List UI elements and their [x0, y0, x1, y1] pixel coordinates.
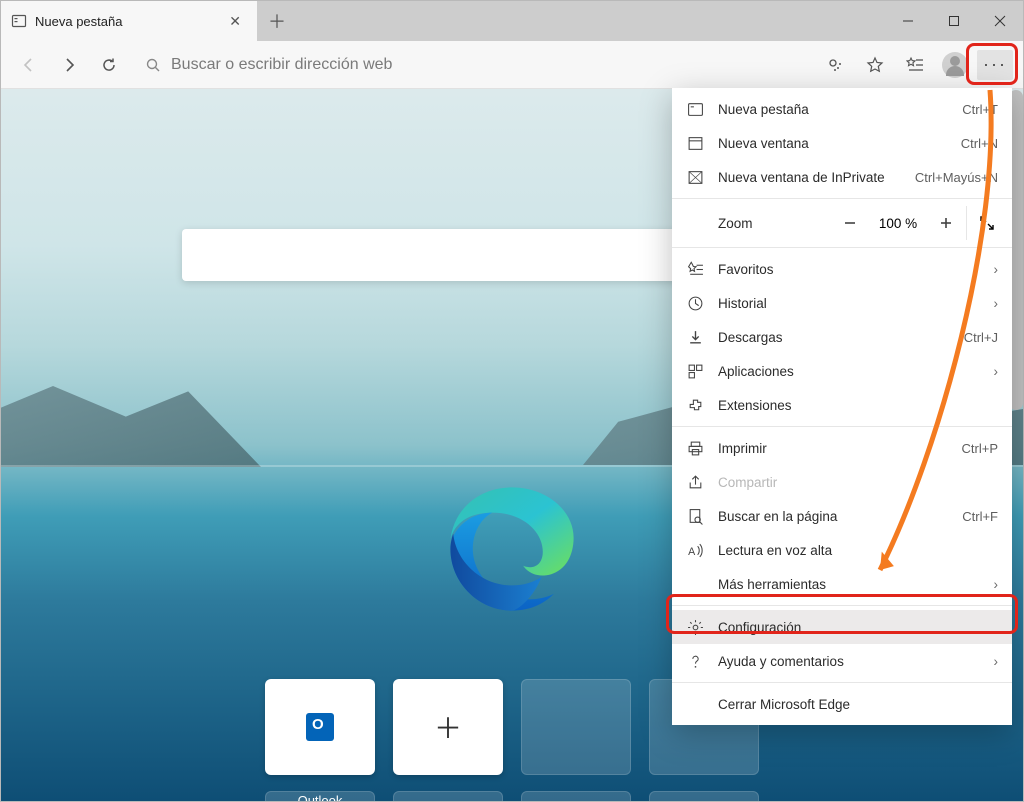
menu-apps[interactable]: Aplicaciones ›	[672, 354, 1012, 388]
menu-close-edge[interactable]: Cerrar Microsoft Edge	[672, 687, 1012, 721]
new-tab-button[interactable]: ＋	[257, 1, 297, 41]
menu-new-inprivate[interactable]: Nueva ventana de InPrivate Ctrl+Mayús+N	[672, 160, 1012, 194]
quick-links-row-2	[265, 791, 759, 801]
quick-link-placeholder	[265, 791, 375, 801]
menu-zoom-row: Zoom 100 %	[672, 203, 1012, 243]
menu-extensions[interactable]: Extensiones	[672, 388, 1012, 422]
inprivate-icon	[686, 168, 704, 186]
apps-icon	[686, 362, 704, 380]
menu-more-tools[interactable]: Más herramientas ›	[672, 567, 1012, 601]
settings-and-more-menu: Nueva pestaña Ctrl+T Nueva ventana Ctrl+…	[672, 88, 1012, 725]
history-icon	[686, 294, 704, 312]
chevron-right-icon: ›	[994, 262, 999, 277]
address-bar[interactable]: Buscar o escribir dirección web	[131, 48, 813, 82]
window-minimize-button[interactable]	[885, 1, 931, 41]
plus-icon: ＋	[434, 707, 462, 747]
back-button[interactable]	[11, 47, 47, 83]
new-window-icon	[686, 134, 704, 152]
settings-and-more-button[interactable]: ···	[977, 50, 1013, 80]
favorite-star-button[interactable]	[857, 47, 893, 83]
edge-logo-icon	[442, 479, 582, 619]
help-icon	[686, 652, 704, 670]
tab-page-icon	[11, 13, 27, 29]
menu-favorites[interactable]: Favoritos ›	[672, 252, 1012, 286]
menu-share: Compartir	[672, 465, 1012, 499]
zoom-out-button[interactable]	[830, 206, 870, 240]
favorites-list-button[interactable]	[897, 47, 933, 83]
find-icon	[686, 507, 704, 525]
add-quick-link-button[interactable]: ＋	[393, 679, 503, 775]
chevron-right-icon: ›	[994, 654, 999, 669]
profile-avatar-icon	[942, 52, 968, 78]
quick-link-placeholder	[649, 791, 759, 801]
downloads-icon	[686, 328, 704, 346]
menu-read-aloud[interactable]: A Lectura en voz alta	[672, 533, 1012, 567]
chevron-right-icon: ›	[994, 296, 999, 311]
extensions-icon	[686, 396, 704, 414]
new-tab-icon	[686, 100, 704, 118]
outlook-icon	[306, 713, 334, 741]
browser-tab[interactable]: Nueva pestaña ✕	[1, 1, 257, 41]
window-maximize-button[interactable]	[931, 1, 977, 41]
menu-help[interactable]: Ayuda y comentarios ›	[672, 644, 1012, 678]
menu-print[interactable]: Imprimir Ctrl+P	[672, 431, 1012, 465]
forward-button[interactable]	[51, 47, 87, 83]
menu-new-tab[interactable]: Nueva pestaña Ctrl+T	[672, 92, 1012, 126]
quick-link-placeholder	[521, 791, 631, 801]
menu-history[interactable]: Historial ›	[672, 286, 1012, 320]
print-icon	[686, 439, 704, 457]
zoom-value: 100 %	[870, 216, 926, 231]
svg-text:A: A	[688, 545, 696, 557]
menu-find-on-page[interactable]: Buscar en la página Ctrl+F	[672, 499, 1012, 533]
share-icon	[686, 473, 704, 491]
refresh-button[interactable]	[91, 47, 127, 83]
zoom-in-button[interactable]	[926, 206, 966, 240]
chevron-right-icon: ›	[994, 577, 999, 592]
fullscreen-button[interactable]	[966, 206, 1006, 240]
quick-link-outlook[interactable]	[265, 679, 375, 775]
tab-title: Nueva pestaña	[35, 14, 122, 29]
menu-new-window[interactable]: Nueva ventana Ctrl+N	[672, 126, 1012, 160]
window-close-button[interactable]	[977, 1, 1023, 41]
menu-downloads[interactable]: Descargas Ctrl+J	[672, 320, 1012, 354]
chevron-right-icon: ›	[994, 364, 999, 379]
favorites-icon	[686, 260, 704, 278]
profile-button[interactable]	[937, 47, 973, 83]
titlebar-drag-area[interactable]	[297, 1, 885, 41]
titlebar: Nueva pestaña ✕ ＋	[1, 1, 1023, 41]
tab-close-button[interactable]: ✕	[223, 11, 247, 32]
address-bar-placeholder: Buscar o escribir dirección web	[171, 56, 392, 74]
read-aloud-icon: A	[686, 541, 704, 559]
quick-link-placeholder	[393, 791, 503, 801]
search-icon	[145, 57, 161, 73]
toolbar: Buscar o escribir dirección web ···	[1, 41, 1023, 89]
menu-settings[interactable]: Configuración	[672, 610, 1012, 644]
quick-link-placeholder	[521, 679, 631, 775]
gear-icon	[686, 618, 704, 636]
tracking-prevention-button[interactable]	[817, 47, 853, 83]
